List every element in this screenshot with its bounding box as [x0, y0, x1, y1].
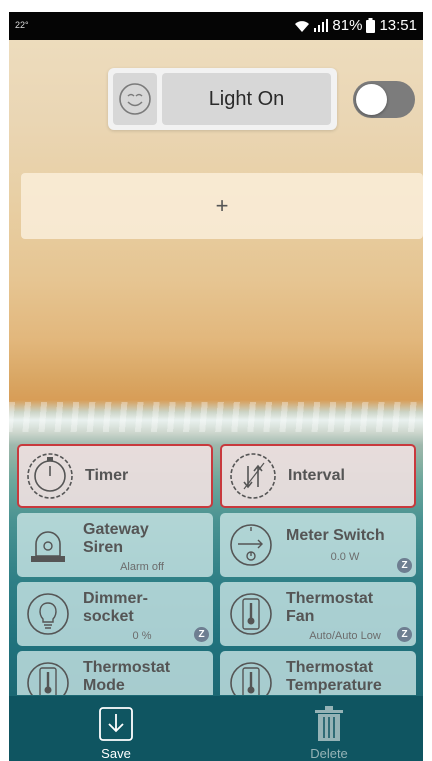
label-line-1: Thermostat — [286, 659, 374, 676]
tile-dimmer-socket-value: 0 % — [132, 630, 152, 642]
trash-icon — [314, 706, 344, 742]
label-line-2: Temperature — [286, 677, 382, 694]
label-line-1: Thermostat — [83, 659, 171, 676]
smiley-icon — [118, 82, 152, 116]
tile-timer[interactable]: Timer — [17, 444, 213, 508]
scene-icon-button[interactable] — [113, 73, 157, 125]
scene-name-field[interactable]: Light On — [162, 73, 331, 125]
tile-thermostat-fan-label: Thermostat Fan — [286, 590, 373, 626]
zwave-badge: Z — [194, 627, 209, 642]
device-grid[interactable]: Timer Interval Gateway Siren Alarm off M… — [9, 437, 423, 695]
thermostat-icon — [23, 658, 73, 695]
wifi-icon — [294, 19, 310, 33]
status-time: 13:51 — [379, 17, 417, 34]
label-line-2: socket — [83, 608, 134, 625]
tile-thermostat-mode[interactable]: Thermostat Mode — [17, 651, 213, 695]
status-bar: 22° 81% 13:51 — [9, 12, 423, 40]
tile-thermostat-fan-value: Auto/Auto Low — [309, 630, 381, 642]
tile-timer-label: Timer — [85, 467, 129, 484]
bottom-action-bar: Save Delete — [9, 696, 423, 761]
battery-icon — [366, 18, 376, 33]
tile-meter-switch-label: Meter Switch — [286, 527, 385, 544]
left-edge — [0, 0, 9, 761]
tile-dimmer-socket[interactable]: Dimmer-socket 0 % Z — [17, 582, 213, 646]
tile-meter-switch[interactable]: Meter Switch 0.0 W Z — [220, 513, 416, 577]
scene-toggle[interactable] — [353, 81, 415, 118]
delete-label: Delete — [310, 746, 348, 761]
meter-icon — [226, 520, 276, 570]
label-line-2: Siren — [83, 539, 124, 556]
tile-thermostat-mode-label: Thermostat Mode — [83, 659, 170, 695]
label-line-1: Gateway — [83, 521, 149, 538]
add-condition-button[interactable]: + — [21, 173, 423, 239]
label-line-1: Dimmer- — [83, 590, 148, 607]
tile-thermostat-temperature-label: Thermostat Temperature — [286, 659, 382, 695]
save-icon — [98, 706, 134, 742]
tile-thermostat-temperature[interactable]: Thermostat Temperature — [220, 651, 416, 695]
battery-percent: 81% — [332, 17, 363, 34]
timer-icon — [25, 451, 75, 501]
tile-dimmer-socket-label: Dimmer-socket — [83, 590, 148, 626]
scene-header-card: Light On — [108, 68, 337, 130]
tile-meter-switch-value: 0.0 W — [330, 551, 360, 563]
tile-interval[interactable]: Interval — [220, 444, 416, 508]
tile-gateway-siren-label: Gateway Siren — [83, 521, 149, 557]
label-line-1: Thermostat — [286, 590, 374, 607]
signal-icon — [314, 19, 329, 32]
interval-icon — [228, 451, 278, 501]
tile-interval-label: Interval — [288, 467, 345, 484]
zwave-badge: Z — [397, 627, 412, 642]
thermostat-icon — [226, 589, 276, 639]
delete-button[interactable]: Delete — [289, 706, 369, 761]
app-screen: 22° 81% 13:51 Light On + Timer Interval … — [0, 0, 432, 761]
siren-icon — [23, 520, 73, 570]
wave-overlay — [9, 402, 423, 432]
save-button[interactable]: Save — [76, 706, 156, 761]
bulb-icon — [23, 589, 73, 639]
tile-thermostat-fan[interactable]: Thermostat Fan Auto/Auto Low Z — [220, 582, 416, 646]
right-edge — [423, 0, 432, 761]
thermostat-icon — [226, 658, 276, 695]
status-right-group: 81% 13:51 — [294, 17, 417, 34]
tile-gateway-siren[interactable]: Gateway Siren Alarm off — [17, 513, 213, 577]
tile-gateway-siren-status: Alarm off — [120, 561, 164, 573]
label-line-2: Mode — [83, 677, 125, 694]
toggle-knob — [356, 84, 387, 115]
zwave-badge: Z — [397, 558, 412, 573]
save-label: Save — [101, 746, 131, 761]
label-line-2: Fan — [286, 608, 315, 625]
status-temperature: 22° — [15, 20, 29, 30]
